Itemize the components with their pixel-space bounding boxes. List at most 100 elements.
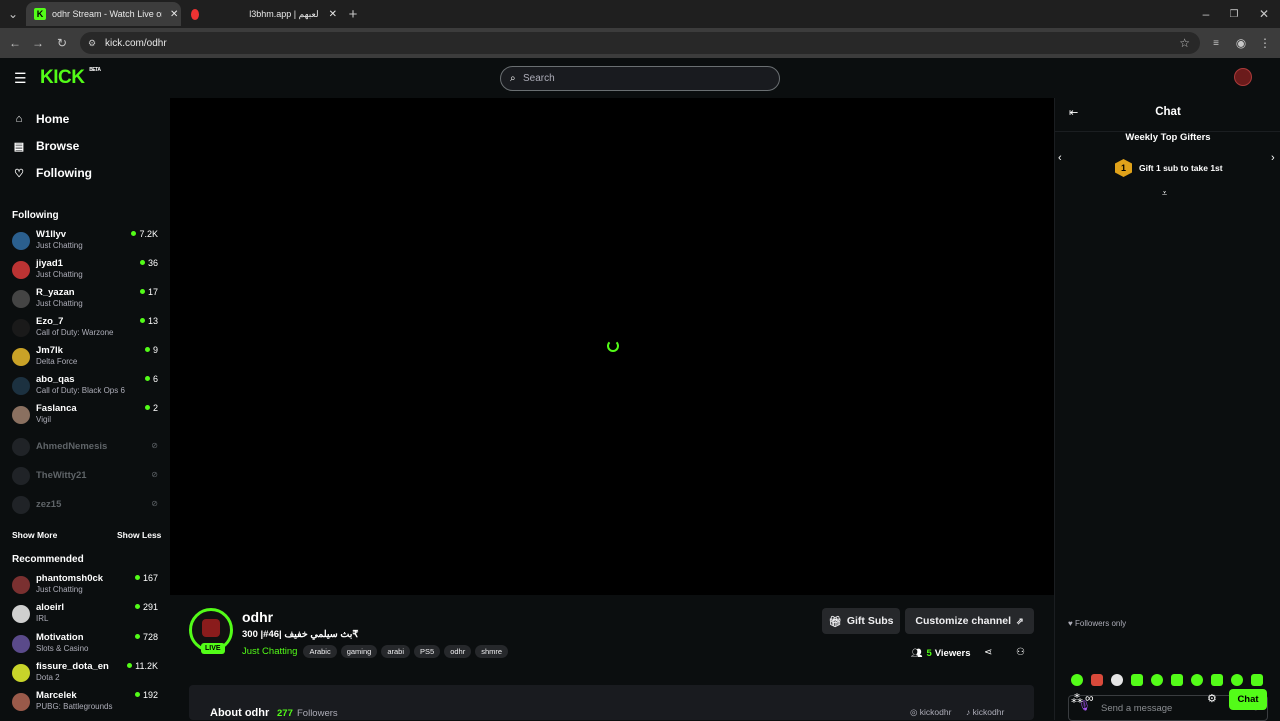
emote-icon[interactable] [1251,674,1263,686]
nav-home[interactable]: ⌂ Home [12,112,70,126]
browser-toolbar: ← → ↻ ⚙ kick.com/odhr ☆ ≡ ◉ ⋮ [0,28,1280,58]
emote-icon[interactable] [1191,674,1203,686]
emote-icon[interactable] [1171,674,1183,686]
chat-options-icon[interactable]: ⁂ [1071,692,1083,706]
channel-name[interactable]: odhr [242,609,273,625]
channel-avatar-image [202,619,220,637]
offline-icon: ⊘ [151,470,158,479]
channel-category: Just Chatting [36,585,83,594]
viewer-count: 2 [145,403,158,413]
channel-category: Vigil [36,415,51,424]
profile-icon[interactable]: ◉ [1231,33,1251,53]
search-input[interactable]: ⌕ Search [500,66,780,91]
tab-title: l3bhm.app | لعبهم [249,8,319,19]
chevron-left-icon[interactable]: ‹ [1058,152,1062,164]
channel-avatar[interactable]: LIVE [189,608,233,654]
following-channel-offline[interactable]: zez15 ⊘ [12,493,160,521]
chat-panel: ⇤ Chat Weekly Top Gifters ‹ › 1 Gift 1 s… [1054,98,1280,721]
close-icon[interactable]: ✕ [170,9,178,20]
following-channel[interactable]: R_yazan Just Chatting 17 [12,287,160,315]
emote-icon[interactable] [1071,674,1083,686]
show-less-button[interactable]: Show Less [117,530,161,540]
customize-channel-button[interactable]: Customize channel ⇗ [905,608,1034,634]
search-icon: ⌕ [510,73,516,84]
emote-icon[interactable] [1131,674,1143,686]
tiktok-icon: ♪ [966,707,973,717]
user-avatar[interactable] [1234,68,1252,86]
channel-name: aloeirl [36,602,64,613]
emote-icon[interactable] [1151,674,1163,686]
minimize-icon[interactable]: – [1196,4,1216,24]
channel-category: Just Chatting [36,299,83,308]
tag[interactable]: PS5 [414,645,441,658]
tiktok-link[interactable]: ♪ kickodhr [966,707,1004,717]
followers-count: 277 [277,708,293,719]
recommended-channel[interactable]: Motivation Slots & Casino 728 [12,632,160,660]
avatar [12,438,30,456]
show-more-button[interactable]: Show More [12,530,57,540]
following-channel[interactable]: jiyad1 Just Chatting 36 [12,258,160,286]
viewer-count: 9 [145,345,158,355]
tag[interactable]: arabi [381,645,411,658]
expand-icon[interactable]: ⩡ [1162,188,1167,199]
viewers-number: 5 [926,648,932,659]
close-icon[interactable]: ✕ [329,9,337,20]
viewer-count: 7.2K [131,229,158,239]
following-channel-offline[interactable]: TheWitty21 ⊘ [12,464,160,492]
recommended-channel[interactable]: fissure_dota_en Dota 2 11.2K [12,661,160,689]
bookmark-star-icon[interactable]: ☆ [1179,36,1190,50]
about-section: About odhr 277 Followers ◎ kickodhr ♪ ki… [189,685,1034,720]
share-icon[interactable]: ⋖ [984,647,992,658]
send-chat-button[interactable]: Chat [1229,689,1267,710]
tag[interactable]: odhr [444,645,472,658]
media-icon[interactable]: ≡ [1206,33,1226,53]
address-bar[interactable]: ⚙ kick.com/odhr ☆ [80,32,1200,54]
rank-badge: 1 [1115,159,1132,177]
kick-logo[interactable]: KICK BETA [40,67,101,89]
chevron-right-icon[interactable]: › [1271,152,1275,164]
recommended-channel[interactable]: Marcelek PUBG: Battlegrounds 192 [12,690,160,718]
following-channel[interactable]: abo_qas Call of Duty: Black Ops 6 6 [12,374,160,402]
channel-name: AhmedNemesis [36,441,108,452]
window-close-icon[interactable]: ✕ [1254,4,1274,24]
tag[interactable]: Arabic [303,645,337,658]
emote-icon[interactable] [1231,674,1243,686]
category-link[interactable]: Just Chatting [242,646,297,657]
following-channel-offline[interactable]: AhmedNemesis ⊘ [12,435,160,463]
user-options-icon[interactable]: ⚇ [1016,647,1025,658]
reload-icon[interactable]: ↻ [52,33,72,53]
nav-browse[interactable]: ▤ Browse [12,139,80,153]
hamburger-menu-icon[interactable]: ☰ [14,70,27,87]
emote-icon[interactable] [1111,674,1123,686]
back-icon[interactable]: ← [5,33,25,53]
menu-icon[interactable]: ⋮ [1255,33,1275,53]
tag[interactable]: gaming [340,645,378,658]
tab-active[interactable]: K odhr Stream - Watch Live on Ki ✕ [26,2,181,26]
avatar [12,377,30,395]
social-handle: kickodhr [972,707,1005,717]
emote-icon[interactable] [1091,674,1103,686]
avatar [12,693,30,711]
nav-following[interactable]: ♡ Following [12,166,92,180]
forward-icon[interactable]: → [28,33,48,53]
gift-subs-button[interactable]: 🎁︎ Gift Subs [822,608,900,634]
recommended-channel[interactable]: aloeirl IRL 291 [12,602,160,630]
following-channel[interactable]: Jm7lk Delta Force 9 [12,345,160,373]
recommended-channel[interactable]: phantomsh0ck Just Chatting 167 [12,573,160,601]
emote-icon[interactable] [1211,674,1223,686]
instagram-link[interactable]: ◎ kickodhr [910,707,951,718]
new-tab-icon[interactable]: + [343,4,363,24]
tag[interactable]: shmre [475,645,509,658]
tab-search-icon[interactable]: ⌄ [3,4,23,24]
video-player[interactable] [170,98,1054,595]
following-channel[interactable]: Ezo_7 Call of Duty: Warzone 13 [12,316,160,344]
tab-inactive[interactable]: l3bhm.app | لعبهم ✕ [187,2,337,26]
chat-settings-icon[interactable]: ⚙ [1207,692,1217,705]
browse-icon: ▤ [13,140,25,153]
following-section-title: Following [12,210,59,221]
infinity-icon[interactable]: ∞ [1085,691,1094,705]
following-channel[interactable]: Faslanca Vigil 2 [12,403,160,431]
site-info-icon[interactable]: ⚙ [88,38,96,49]
maximize-icon[interactable]: ❐ [1224,4,1244,24]
following-channel[interactable]: W1llyv Just Chatting 7.2K [12,229,160,257]
